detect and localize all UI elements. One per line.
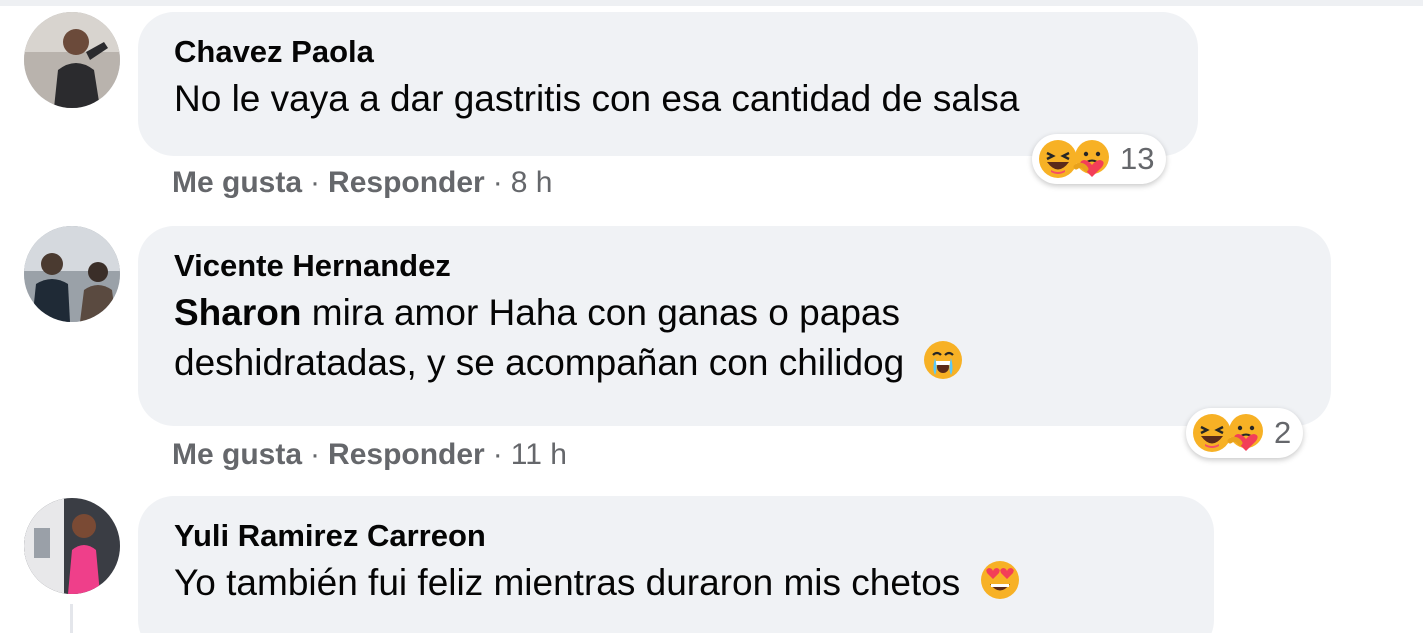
avatar-photo: [24, 226, 120, 322]
reaction-summary[interactable]: 13: [1032, 134, 1167, 184]
thread-line: [70, 604, 73, 633]
reaction-summary[interactable]: 2: [1186, 408, 1304, 458]
comment-text: Sharon mira amor Haha con ganas o papas …: [174, 288, 1295, 388]
avatar-photo: [24, 12, 120, 108]
comment-author[interactable]: Chavez Paola: [174, 34, 1162, 70]
heart-eyes-icon: [979, 559, 1021, 601]
comment-text: Yo también fui feliz mientras duraron mi…: [174, 558, 1178, 608]
avatar[interactable]: [24, 226, 120, 322]
avatar[interactable]: [24, 498, 120, 594]
reaction-count: 13: [1120, 141, 1155, 176]
mention-link[interactable]: Sharon: [174, 292, 301, 333]
comment-time[interactable]: 11 h: [511, 438, 567, 472]
comment-bubble: Vicente Hernandez Sharon mira amor Haha …: [138, 226, 1331, 426]
care-icon: [1227, 414, 1263, 451]
comment-actions: Me gusta · Responder · 8 h: [172, 166, 552, 200]
care-icon: [1073, 140, 1109, 177]
comment-text-line2: deshidratadas, y se acompañan con chilid…: [174, 342, 905, 383]
reply-link[interactable]: Responder: [328, 166, 485, 200]
top-divider: [0, 0, 1423, 6]
comment-time[interactable]: 8 h: [511, 166, 553, 200]
like-link[interactable]: Me gusta: [172, 438, 302, 472]
reaction-count: 2: [1274, 415, 1292, 450]
reply-link[interactable]: Responder: [328, 438, 485, 472]
comment-text-body: Yo también fui feliz mientras duraron mi…: [174, 562, 961, 603]
separator: ·: [492, 166, 503, 199]
comment-author[interactable]: Vicente Hernandez: [174, 248, 1295, 284]
like-link[interactable]: Me gusta: [172, 166, 302, 200]
comment-text-body: No le vaya a dar gastritis con esa canti…: [174, 78, 1020, 119]
comment-text-line1: mira amor Haha con ganas o papas: [301, 292, 900, 333]
comment-author[interactable]: Yuli Ramirez Carreon: [174, 518, 1178, 554]
separator: ·: [492, 438, 503, 471]
comment-bubble: Chavez Paola No le vaya a dar gastritis …: [138, 12, 1198, 156]
avatar[interactable]: [24, 12, 120, 108]
comment-bubble: Yuli Ramirez Carreon Yo también fui feli…: [138, 496, 1214, 633]
separator: ·: [310, 166, 321, 199]
separator: ·: [310, 438, 321, 471]
avatar-photo: [24, 498, 120, 594]
comment-text: No le vaya a dar gastritis con esa canti…: [174, 74, 1162, 124]
comment-actions: Me gusta · Responder · 11 h: [172, 438, 567, 472]
crying-face-icon: [922, 339, 964, 381]
